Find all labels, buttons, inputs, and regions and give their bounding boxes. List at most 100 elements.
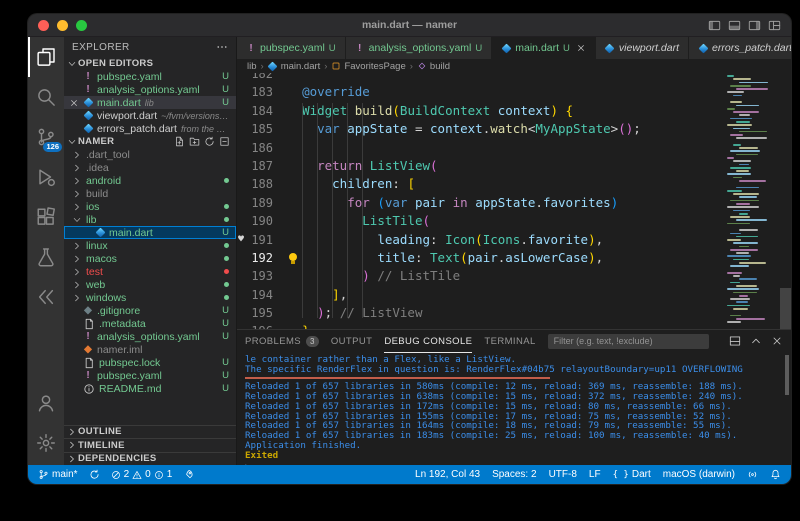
section-timeline[interactable]: TIMELINE [64, 438, 236, 452]
line-number[interactable]: 185 [237, 120, 281, 138]
close-icon[interactable] [69, 98, 79, 108]
tree-item-.metadata[interactable]: .metadata U [64, 317, 236, 330]
open-editor-item[interactable]: viewport.dart ~/fvm/versions/stable/pack… [64, 109, 236, 122]
toggle-sidebar-icon[interactable] [708, 19, 721, 32]
line-number[interactable]: 187 [237, 157, 281, 175]
activity-flutter-inspector-icon[interactable] [28, 277, 64, 317]
more-actions-icon[interactable] [216, 41, 228, 53]
activity-testing-icon[interactable] [28, 237, 64, 277]
project-header[interactable]: NAMER [64, 135, 236, 148]
open-editor-item[interactable]: ! analysis_options.yaml U [64, 83, 236, 96]
open-editors-header[interactable]: OPEN EDITORS [64, 57, 236, 70]
editor-scrollbar-thumb[interactable] [780, 288, 791, 329]
sync-icon[interactable] [89, 469, 100, 480]
tab-errors_patch.dart[interactable]: errors_patch.dart [689, 37, 791, 59]
panel-layout-icon[interactable] [729, 335, 741, 347]
tree-item-namer.iml[interactable]: ◆ namer.iml [64, 343, 236, 356]
toggle-secondary-sidebar-icon[interactable] [748, 19, 761, 32]
line-number[interactable]: ♥191 [237, 231, 281, 249]
open-editor-item[interactable]: main.dart lib U [64, 96, 236, 109]
tree-item-README.md[interactable]: README.md U [64, 382, 236, 395]
activity-files-icon[interactable] [28, 37, 64, 77]
collapse-all-icon[interactable] [219, 136, 230, 147]
tree-item-main.dart[interactable]: main.dart U [64, 226, 236, 239]
line-number[interactable]: 183 [237, 83, 281, 101]
encoding[interactable]: UTF-8 [549, 469, 577, 480]
breadcrumb-lib[interactable]: lib [247, 61, 257, 72]
line-number[interactable]: 192 [237, 249, 281, 267]
tab-pubspec.yaml[interactable]: ! pubspec.yaml U [237, 37, 346, 59]
filter-input[interactable]: Filter (e.g. text, !exclude) [548, 334, 709, 349]
maximize-panel-icon[interactable] [750, 335, 762, 347]
language-mode[interactable]: { } Dart [613, 469, 651, 480]
panel-tab-problems[interactable]: PROBLEMS 3 [245, 330, 319, 353]
tree-item-test[interactable]: test [64, 265, 236, 278]
feedback-icon[interactable] [747, 469, 758, 480]
activity-settings-gear-icon[interactable] [28, 423, 64, 463]
panel-tab-debug-console[interactable]: DEBUG CONSOLE [384, 330, 472, 353]
tree-item-linux[interactable]: linux [64, 239, 236, 252]
zoom-window-button[interactable] [76, 20, 87, 31]
breadcrumb-FavoritesPage[interactable]: FavoritesPage [331, 61, 405, 72]
tree-item-build[interactable]: build [64, 187, 236, 200]
tree-item-.dart_tool[interactable]: .dart_tool [64, 148, 236, 161]
activity-account-icon[interactable] [28, 383, 64, 423]
line-number[interactable]: 184 [237, 102, 281, 120]
code-editor[interactable]: 182 183 184 185 186 187 188 189 190 ♥191… [237, 73, 791, 329]
activity-source-control-icon[interactable]: 126 [28, 117, 64, 157]
breadcrumb-build[interactable]: build [417, 61, 450, 72]
tree-item-.gitignore[interactable]: ◆ .gitignore U [64, 304, 236, 317]
close-panel-icon[interactable] [771, 335, 783, 347]
close-window-button[interactable] [38, 20, 49, 31]
refresh-icon[interactable] [204, 136, 215, 147]
tab-viewport.dart[interactable]: viewport.dart [596, 37, 689, 59]
line-number[interactable]: 193 [237, 267, 281, 285]
tree-item-web[interactable]: web [64, 278, 236, 291]
toggle-panel-icon[interactable] [728, 19, 741, 32]
tree-item-pubspec.yaml[interactable]: ! pubspec.yaml U [64, 369, 236, 382]
tree-item-macos[interactable]: macos [64, 252, 236, 265]
problems-status[interactable]: 2 0 1 [111, 469, 173, 480]
tree-item-lib[interactable]: lib [64, 213, 236, 226]
eol-sequence[interactable]: LF [589, 469, 601, 480]
devtools-icon[interactable] [183, 469, 194, 480]
code-line[interactable]: @override [287, 83, 791, 101]
lightbulb-icon[interactable] [289, 253, 297, 264]
line-number[interactable]: 190 [237, 212, 281, 230]
new-file-icon[interactable] [174, 136, 185, 147]
panel-tab-output[interactable]: OUTPUT [331, 330, 372, 353]
tree-item-android[interactable]: android [64, 174, 236, 187]
bell-icon[interactable] [770, 469, 781, 480]
code-content[interactable]: @override Widget build(BuildContext cont… [281, 73, 791, 329]
code-line[interactable] [287, 73, 791, 83]
section-dependencies[interactable]: DEPENDENCIES [64, 452, 236, 466]
line-number[interactable]: 195 [237, 304, 281, 322]
panel-scrollbar-thumb[interactable] [785, 355, 789, 395]
tree-item-windows[interactable]: windows [64, 291, 236, 304]
indentation[interactable]: Spaces: 2 [492, 469, 536, 480]
line-number[interactable]: 189 [237, 194, 281, 212]
git-branch-status[interactable]: main* [38, 469, 78, 480]
panel-tab-terminal[interactable]: TERMINAL [484, 330, 535, 353]
activity-run-debug-icon[interactable] [28, 157, 64, 197]
customize-layout-icon[interactable] [768, 19, 781, 32]
tree-item-analysis_options.yaml[interactable]: ! analysis_options.yaml U [64, 330, 236, 343]
close-icon[interactable] [576, 43, 586, 53]
open-editor-item[interactable]: errors_patch.dart from the SDK [64, 122, 236, 135]
os-indicator[interactable]: macOS (darwin) [663, 469, 735, 480]
activity-extensions-icon[interactable] [28, 197, 64, 237]
activity-search-icon[interactable] [28, 77, 64, 117]
tab-main.dart[interactable]: main.dart U [492, 37, 596, 59]
breadcrumb-main.dart[interactable]: main.dart [268, 61, 321, 72]
line-number[interactable]: 182 [237, 73, 281, 83]
tree-item-ios[interactable]: ios [64, 200, 236, 213]
section-outline[interactable]: OUTLINE [64, 425, 236, 439]
line-number[interactable]: 194 [237, 286, 281, 304]
tree-item-pubspec.lock[interactable]: pubspec.lock U [64, 356, 236, 369]
new-folder-icon[interactable] [189, 136, 200, 147]
tree-item-.idea[interactable]: .idea [64, 161, 236, 174]
line-number[interactable]: 188 [237, 175, 281, 193]
minimize-window-button[interactable] [57, 20, 68, 31]
open-editor-item[interactable]: ! pubspec.yaml U [64, 70, 236, 83]
minimap[interactable] [727, 73, 779, 329]
